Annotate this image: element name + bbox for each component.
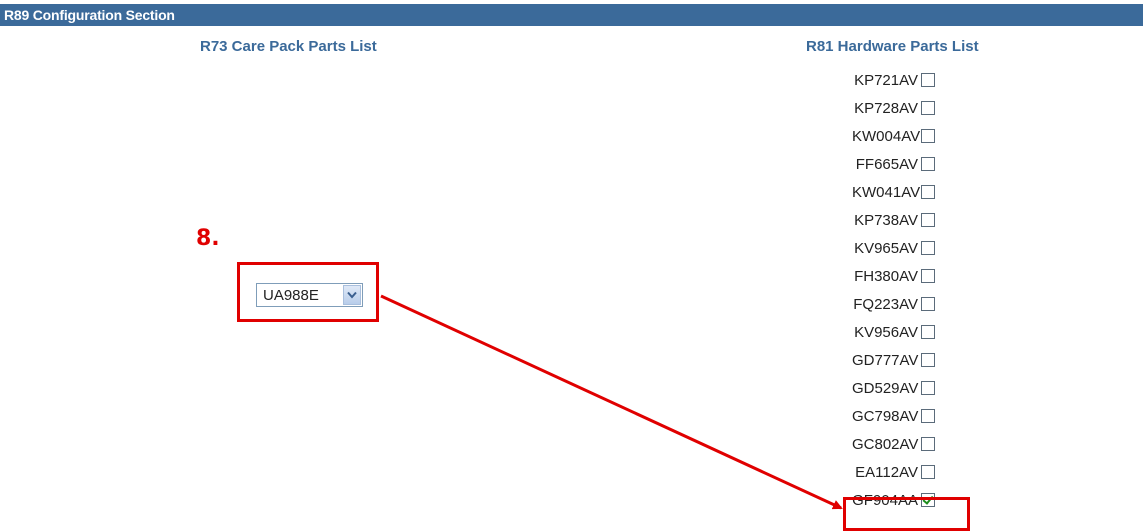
hardware-part-label: GC802AV	[852, 435, 919, 453]
hardware-part-label: GC798AV	[852, 407, 919, 425]
hardware-part-row: GD777AV	[830, 346, 970, 374]
checkbox-unchecked-icon[interactable]	[921, 353, 935, 367]
hardware-heading: R81 Hardware Parts List	[806, 38, 979, 55]
hardware-part-row: GC798AV	[830, 402, 970, 430]
hardware-part-row: FQ223AV	[830, 290, 970, 318]
care-pack-select-value: UA988E	[263, 286, 319, 304]
hardware-part-label: GD777AV	[852, 351, 919, 369]
checkbox-unchecked-icon[interactable]	[921, 213, 935, 227]
checkbox-unchecked-icon[interactable]	[921, 101, 935, 115]
hardware-part-row: KV965AV	[830, 234, 970, 262]
hardware-part-label: KV956AV	[854, 323, 918, 341]
hardware-part-label: FQ223AV	[853, 295, 918, 313]
hardware-part-row: FH380AV	[830, 262, 970, 290]
hardware-part-row: FF665AV	[830, 150, 970, 178]
hardware-part-row: KP728AV	[830, 94, 970, 122]
annotation-arrow	[380, 294, 843, 510]
hardware-part-label: GD529AV	[852, 379, 919, 397]
hardware-part-label: KP728AV	[854, 99, 918, 117]
hardware-part-label: KW041AV	[852, 183, 921, 201]
section-header-bar: R89 Configuration Section	[0, 4, 1143, 26]
hardware-part-row: GD529AV	[830, 374, 970, 402]
hardware-part-label: KP738AV	[854, 211, 918, 229]
hardware-part-label: FH380AV	[854, 267, 918, 285]
chevron-down-icon[interactable]	[343, 285, 361, 305]
hardware-part-row: GC802AV	[830, 430, 970, 458]
configuration-page: R89 Configuration Section R73 Care Pack …	[0, 0, 1143, 531]
checkbox-unchecked-icon[interactable]	[921, 157, 935, 171]
hardware-part-row: KP738AV	[830, 206, 970, 234]
checkbox-unchecked-icon[interactable]	[921, 185, 935, 199]
hardware-part-row: EA112AV	[830, 458, 970, 486]
target-highlight-box	[843, 497, 970, 531]
checkbox-unchecked-icon[interactable]	[921, 381, 935, 395]
checkbox-unchecked-icon[interactable]	[921, 129, 935, 143]
hardware-part-row: KW041AV	[830, 178, 970, 206]
checkbox-unchecked-icon[interactable]	[921, 297, 935, 311]
hardware-part-label: KV965AV	[854, 239, 918, 257]
checkbox-unchecked-icon[interactable]	[921, 325, 935, 339]
hardware-part-label: EA112AV	[855, 463, 918, 481]
checkbox-unchecked-icon[interactable]	[921, 409, 935, 423]
hardware-part-row: KV956AV	[830, 318, 970, 346]
hardware-part-row: KW004AV	[830, 122, 970, 150]
hardware-part-label: KW004AV	[852, 127, 921, 145]
checkbox-unchecked-icon[interactable]	[921, 269, 935, 283]
hardware-parts-list: KP721AV KP728AV KW004AV FF665AV KW041AV KP738…	[830, 66, 970, 514]
hardware-part-label: FF665AV	[855, 155, 918, 173]
care-pack-select[interactable]: UA988E	[256, 283, 363, 307]
checkbox-unchecked-icon[interactable]	[921, 241, 935, 255]
checkbox-unchecked-icon[interactable]	[921, 465, 935, 479]
section-title: R89 Configuration Section	[4, 7, 175, 23]
checkbox-unchecked-icon[interactable]	[921, 437, 935, 451]
care-pack-heading: R73 Care Pack Parts List	[200, 38, 377, 55]
checkbox-unchecked-icon[interactable]	[921, 73, 935, 87]
step-number-label: 8.	[196, 226, 220, 251]
hardware-part-label: KP721AV	[854, 71, 918, 89]
hardware-part-row: KP721AV	[830, 66, 970, 94]
